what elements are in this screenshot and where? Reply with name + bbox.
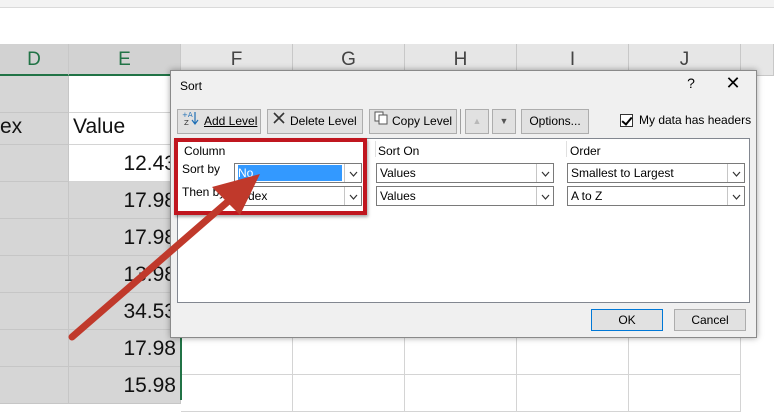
annotation-arrow-icon [68,174,260,341]
